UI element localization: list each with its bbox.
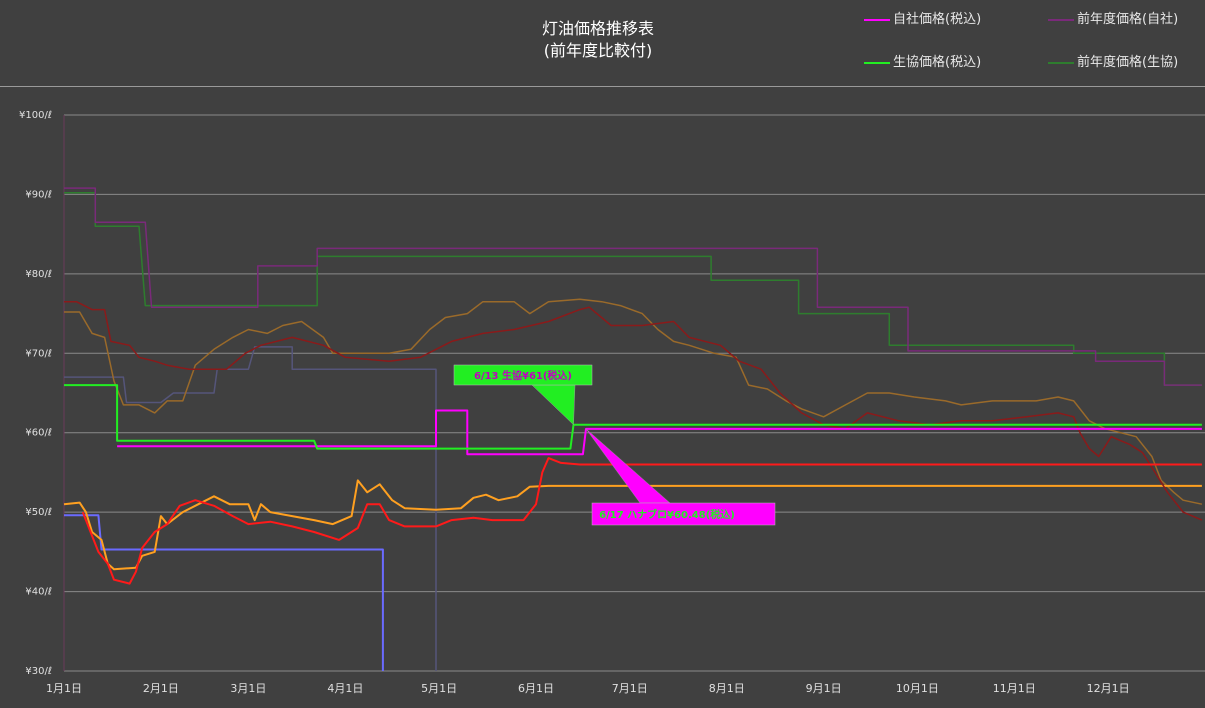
callout-pointer	[585, 428, 671, 504]
legend-item-coop-price: 生協価格(税込)	[864, 51, 981, 70]
x-tick-label: 8月1日	[709, 682, 745, 695]
legend-item-coop-prev: 前年度価格(生協)	[1048, 51, 1178, 70]
legend-swatch	[1048, 18, 1074, 21]
callout-pointer	[531, 384, 576, 426]
legend: 自社価格(税込) 前年度価格(自社) 生協価格(税込) 前年度価格(生協)	[864, 6, 1204, 76]
chart-title-line1: 灯油価格推移表	[541, 19, 654, 38]
legend-swatch	[864, 61, 890, 64]
series-line-self_prev	[64, 187, 1202, 386]
chart-title: 灯油価格推移表 (前年度比較付)	[450, 18, 746, 62]
x-tick-label: 2月1日	[143, 682, 179, 695]
header-divider	[0, 86, 1205, 87]
legend-label: 自社価格(税込)	[893, 12, 982, 27]
x-axis-ticks: 1月1日 2月1日 3月1日 4月1日 5月1日 6月1日 7月1日 8月1日 9月1日 10月1…	[46, 682, 1130, 695]
x-tick-label: 6月1日	[518, 682, 554, 695]
series-lines	[63, 187, 1203, 671]
x-tick-label: 1月1日	[46, 682, 82, 695]
series-line-coop_prev	[64, 192, 1202, 386]
callouts: 6/13 生協¥61(税込) 6/17 ハナブロ¥60.48(税込)	[453, 364, 776, 526]
y-tick-label: ¥50/ℓ	[25, 507, 52, 518]
legend-label: 前年度価格(生協)	[1077, 55, 1179, 70]
x-tick-label: 11月1日	[993, 682, 1036, 695]
callout-label-self: 6/17 ハナブロ¥60.48(税込)	[599, 508, 735, 521]
y-gridlines	[63, 114, 1205, 672]
x-tick-label: 12月1日	[1087, 682, 1130, 695]
x-tick-label: 7月1日	[612, 682, 648, 695]
y-tick-label: ¥90/ℓ	[25, 189, 52, 200]
y-tick-label: ¥30/ℓ	[25, 666, 52, 677]
legend-label: 前年度価格(自社)	[1077, 12, 1179, 27]
y-tick-label: ¥80/ℓ	[25, 269, 52, 280]
x-tick-label: 5月1日	[421, 682, 457, 695]
chart-title-line2: (前年度比較付)	[543, 41, 653, 60]
legend-item-self-price: 自社価格(税込)	[864, 8, 981, 27]
legend-item-self-prev: 前年度価格(自社)	[1048, 8, 1178, 27]
x-tick-label: 3月1日	[230, 682, 266, 695]
x-tick-label: 10月1日	[896, 682, 939, 695]
y-tick-label: ¥70/ℓ	[25, 348, 52, 359]
callout-label-coop: 6/13 生協¥61(税込)	[474, 369, 572, 382]
legend-swatch	[864, 18, 890, 21]
x-tick-label: 9月1日	[806, 682, 842, 695]
y-tick-label: ¥100/ℓ	[19, 110, 52, 121]
y-axis-ticks: ¥30/ℓ ¥40/ℓ ¥50/ℓ ¥60/ℓ ¥70/ℓ ¥80/ℓ ¥90/ℓ ¥100/…	[19, 110, 52, 677]
legend-swatch	[1048, 61, 1074, 64]
y-tick-label: ¥60/ℓ	[25, 428, 52, 439]
y-tick-label: ¥40/ℓ	[25, 587, 52, 598]
chart-canvas: ¥30/ℓ ¥40/ℓ ¥50/ℓ ¥60/ℓ ¥70/ℓ ¥80/ℓ ¥90/ℓ ¥100/…	[19, 110, 1205, 695]
legend-label: 生協価格(税込)	[893, 55, 982, 70]
x-tick-label: 4月1日	[327, 682, 363, 695]
